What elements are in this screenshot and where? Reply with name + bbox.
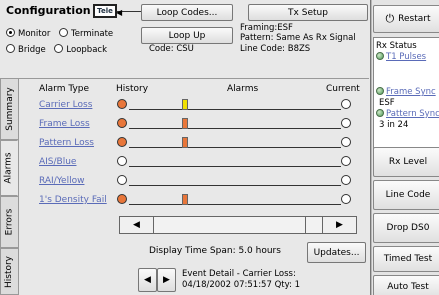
current-indicator <box>341 118 351 128</box>
alarm-event-bar[interactable] <box>182 137 188 148</box>
drop-ds0-button[interactable]: Drop DS0 <box>373 213 439 243</box>
tab-errors[interactable]: Errors <box>0 196 18 248</box>
alarm-type-link[interactable]: Pattern Loss <box>39 138 94 148</box>
event-next-button[interactable]: ▶ <box>157 268 176 292</box>
sidebar: ⏻ Restart Rx Status T1 Pulses Frame Sync… <box>372 0 439 295</box>
scroll-right-button[interactable]: ▶ <box>322 217 356 233</box>
history-indicator[interactable] <box>117 194 127 204</box>
history-indicator[interactable] <box>117 175 127 185</box>
pattern-sync-indicator[interactable]: Pattern Sync <box>376 109 439 120</box>
history-indicator[interactable] <box>117 156 127 166</box>
bridge-radio[interactable]: Bridge <box>6 44 46 55</box>
history-indicator[interactable] <box>117 137 127 147</box>
triangle-right-icon: ▶ <box>336 220 343 230</box>
line-code-button[interactable]: Line Code <box>373 180 439 210</box>
restart-button[interactable]: ⏻ Restart <box>373 5 439 33</box>
current-indicator <box>341 99 351 109</box>
updates-button[interactable]: Updates... <box>307 242 366 263</box>
tab-summary[interactable]: Summary <box>0 78 18 140</box>
history-indicator[interactable] <box>117 118 127 128</box>
alarm-timeline-track <box>129 147 341 148</box>
current-indicator <box>341 156 351 166</box>
current-indicator <box>341 194 351 204</box>
green-led-icon <box>376 109 384 117</box>
history-header: History <box>116 84 149 94</box>
mode-row-1: Monitor Terminate <box>6 28 113 40</box>
line-code-info: Line Code: B8ZS <box>240 44 311 54</box>
event-detail-title: Event Detail - Carrier Loss: <box>182 269 296 279</box>
pattern-info: Pattern: Same As Rx Signal <box>240 33 356 43</box>
pattern-sync-value: 3 in 24 <box>379 120 409 130</box>
scroll-left-button[interactable]: ◀ <box>120 217 154 233</box>
radio-icon <box>54 44 64 53</box>
triangle-left-icon: ◀ <box>144 275 151 285</box>
current-header: Current <box>326 84 360 94</box>
alarm-type-link[interactable]: Frame Loss <box>39 119 90 129</box>
main-window: Configuration Tele ◀ Loop Codes... Tx Se… <box>0 0 371 295</box>
green-led-icon <box>376 52 384 60</box>
window-title: Configuration <box>6 4 91 17</box>
timed-test-button[interactable]: Timed Test <box>373 246 439 272</box>
tab-history[interactable]: History <box>0 248 18 295</box>
loop-up-button[interactable]: Loop Up <box>141 27 233 44</box>
radio-icon <box>59 28 69 37</box>
alarm-timeline-track <box>129 185 341 186</box>
code-info: Code: CSU <box>149 44 194 54</box>
alarm-type-link[interactable]: AIS/Blue <box>39 157 76 167</box>
alarm-event-bar[interactable] <box>182 99 188 110</box>
alarm-type-link[interactable]: RAI/Yellow <box>39 176 84 186</box>
loopback-radio[interactable]: Loopback <box>54 44 107 55</box>
triangle-left-icon: ◀ <box>133 220 140 230</box>
arrow-left-icon: ◀ <box>116 8 123 17</box>
current-indicator <box>341 175 351 185</box>
auto-test-button[interactable]: Auto Test <box>373 275 439 295</box>
history-indicator[interactable] <box>117 99 127 109</box>
alarms-header: Alarms <box>227 84 259 94</box>
tab-alarms[interactable]: Alarms <box>0 140 18 196</box>
alarm-timeline-track <box>129 204 341 205</box>
green-led-icon <box>376 87 384 95</box>
alarms-panel: Alarm Type History Alarms Current Carrie… <box>18 78 369 295</box>
alarm-type-link[interactable]: 1's Density Fail <box>39 195 107 205</box>
current-indicator <box>341 137 351 147</box>
time-span-label: Display Time Span: 5.0 hours <box>149 246 281 256</box>
monitor-radio[interactable]: Monitor <box>6 28 50 39</box>
scroll-thumb[interactable] <box>305 217 322 233</box>
alarm-event-bar[interactable] <box>182 194 188 205</box>
rx-status-title: Rx Status <box>376 41 417 51</box>
triangle-right-icon: ▶ <box>163 275 170 285</box>
tx-setup-button[interactable]: Tx Setup <box>248 4 368 21</box>
event-detail: Event Detail - Carrier Loss: 04/18/2002 … <box>182 269 300 291</box>
radio-icon <box>6 44 15 53</box>
alarm-type-header: Alarm Type <box>39 84 90 94</box>
timeline-scrollbar[interactable]: ◀ ▶ <box>119 216 357 234</box>
alarm-type-link[interactable]: Carrier Loss <box>39 100 92 110</box>
rx-status-panel: Rx Status T1 Pulses Frame Sync ESF Patte… <box>373 37 439 159</box>
alarm-timeline-track <box>129 128 341 129</box>
power-icon: ⏻ <box>385 12 395 25</box>
t1-pulses-indicator[interactable]: T1 Pulses <box>376 52 439 63</box>
terminate-radio[interactable]: Terminate <box>59 28 113 39</box>
alarm-timeline-track <box>129 109 341 110</box>
mode-row-2: Bridge Loopback <box>6 44 107 56</box>
event-prev-button[interactable]: ◀ <box>138 268 157 292</box>
frame-sync-value: ESF <box>379 98 395 108</box>
rx-level-button[interactable]: Rx Level <box>373 147 439 177</box>
telephone-icon[interactable]: Tele <box>93 4 117 18</box>
alarm-event-bar[interactable] <box>182 118 188 129</box>
frame-sync-indicator[interactable]: Frame Sync <box>376 87 439 98</box>
event-detail-time: 04/18/2002 07:51:57 Qty: 1 <box>182 280 300 290</box>
radio-icon <box>6 28 15 37</box>
loop-codes-button[interactable]: Loop Codes... <box>141 4 233 21</box>
alarm-timeline-track <box>129 166 341 167</box>
